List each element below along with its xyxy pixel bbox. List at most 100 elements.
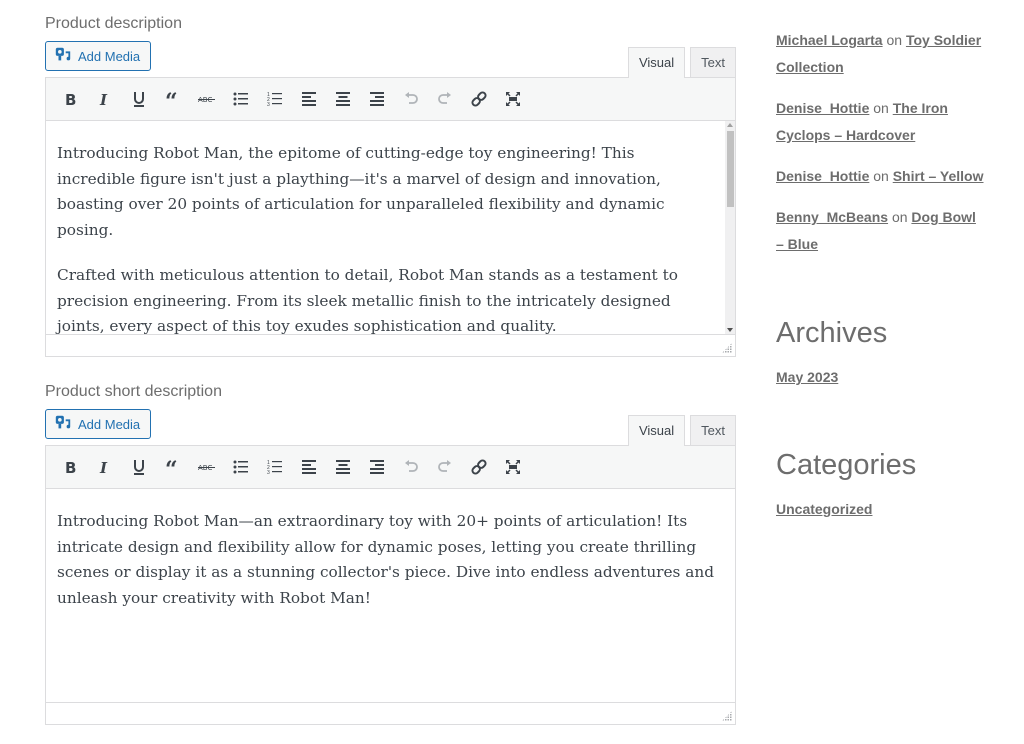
redo-icon [435,89,455,109]
categories-title: Categories [776,449,917,481]
product-description-content[interactable]: Introducing Robot Man, the epitome of cu… [46,121,735,334]
svg-text:I: I [99,459,108,477]
svg-text:3: 3 [267,470,270,476]
category-link[interactable]: Uncategorized [776,501,872,517]
blockquote-button[interactable]: “ [156,452,190,482]
redo-button[interactable] [428,452,462,482]
bullet-list-icon [231,89,251,109]
blockquote-icon: “ [163,457,183,477]
italic-button[interactable]: I [88,452,122,482]
tab-text[interactable]: Text [690,415,736,445]
scroll-up-arrow-icon[interactable] [727,123,733,127]
align-left-button[interactable] [292,84,326,114]
formatting-toolbar: B I “ ABC 123 [46,446,735,489]
underline-icon [129,457,149,477]
bullet-list-icon [231,457,251,477]
strikethrough-button[interactable]: ABC [190,452,224,482]
archives-title: Archives [776,317,888,349]
bullet-list-button[interactable] [224,452,258,482]
media-icon [54,46,72,67]
short-description-paragraph: Introducing Robot Man—an extraordinary t… [57,512,715,607]
align-right-icon [367,457,387,477]
comment-author-link[interactable]: Michael Logarta [776,32,883,48]
categories-widget: Categories Uncategorized [776,447,916,519]
redo-icon [435,457,455,477]
strikethrough-icon: ABC [197,457,217,477]
italic-button[interactable]: I [88,84,122,114]
svg-text:“: “ [165,457,178,477]
undo-button[interactable] [394,452,428,482]
add-media-button[interactable]: Add Media [45,409,152,439]
add-media-button[interactable]: Add Media [45,41,152,71]
align-center-button[interactable] [326,452,360,482]
svg-text:“: “ [165,89,178,109]
redo-button[interactable] [428,84,462,114]
align-center-button[interactable] [326,84,360,114]
svg-text:I: I [99,91,108,109]
add-media-label: Add Media [78,416,141,432]
archives-widget: Archives May 2023 [776,315,887,387]
align-left-icon [299,457,319,477]
bold-button[interactable]: B [54,84,88,114]
undo-button[interactable] [394,84,428,114]
comment-author-link[interactable]: Denise_Hottie [776,100,869,116]
align-center-icon [333,89,353,109]
product-short-description-editor: B I “ ABC 123 Introducing Robot Man—an extra… [45,445,736,725]
editor-statusbar [46,334,735,356]
link-icon [469,89,489,109]
tab-text[interactable]: Text [690,47,736,77]
blockquote-icon: “ [163,89,183,109]
align-right-button[interactable] [360,84,394,114]
product-short-description-content[interactable]: Introducing Robot Man—an extraordinary t… [46,489,735,702]
align-right-icon [367,89,387,109]
comment-item: Benny_McBeans on Dog Bowl – Blue [776,204,986,258]
strikethrough-icon: ABC [197,89,217,109]
link-button[interactable] [462,84,496,114]
numbered-list-icon: 123 [265,89,285,109]
svg-text:B: B [65,459,76,477]
comment-author-link[interactable]: Benny_McBeans [776,209,888,225]
bold-icon: B [61,89,81,109]
fullscreen-button[interactable] [496,84,530,114]
archive-link[interactable]: May 2023 [776,369,838,385]
scrollbar-thumb[interactable] [727,131,734,207]
resize-handle-icon[interactable] [722,711,732,721]
numbered-list-button[interactable]: 123 [258,452,292,482]
numbered-list-icon: 123 [265,457,285,477]
link-icon [469,457,489,477]
tab-visual[interactable]: Visual [627,415,686,446]
numbered-list-button[interactable]: 123 [258,84,292,114]
italic-icon: I [95,457,115,477]
tab-visual[interactable]: Visual [627,47,686,78]
bold-button[interactable]: B [54,452,88,482]
undo-icon [401,457,421,477]
comment-item: Michael Logarta on Toy Soldier Collectio… [776,27,986,81]
comment-connector: on [886,32,903,48]
underline-button[interactable] [122,452,156,482]
comment-item: Denise_Hottie on The Iron Cyclops – Hard… [776,95,986,149]
bullet-list-button[interactable] [224,84,258,114]
scroll-down-arrow-icon[interactable] [727,328,733,332]
strikethrough-button[interactable]: ABC [190,84,224,114]
product-description-label: Product description [45,15,182,32]
link-button[interactable] [462,452,496,482]
fullscreen-button[interactable] [496,452,530,482]
comment-post-link[interactable]: Shirt – Yellow [893,168,984,184]
comment-item: Denise_Hottie on Shirt – Yellow [776,163,986,190]
add-media-label: Add Media [78,48,141,64]
comment-connector: on [891,209,908,225]
align-left-button[interactable] [292,452,326,482]
underline-button[interactable] [122,84,156,114]
product-description-editor: B I “ ABC 123 Introducing Robot Man, the epi… [45,77,736,357]
undo-icon [401,89,421,109]
fullscreen-icon [503,457,523,477]
svg-text:B: B [65,91,76,109]
content-scrollbar[interactable] [725,121,735,334]
align-center-icon [333,457,353,477]
comment-author-link[interactable]: Denise_Hottie [776,168,869,184]
align-right-button[interactable] [360,452,394,482]
bold-icon: B [61,457,81,477]
blockquote-button[interactable]: “ [156,84,190,114]
product-short-description-section: Product short description Add Media Visu… [45,381,736,725]
resize-handle-icon[interactable] [722,343,732,353]
